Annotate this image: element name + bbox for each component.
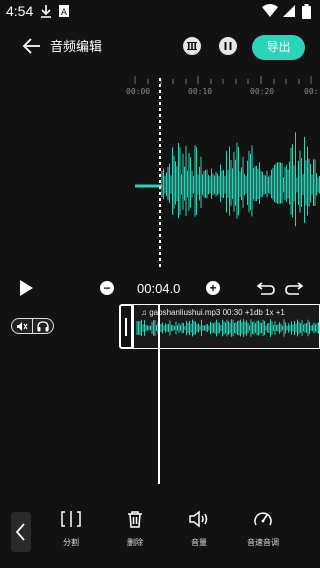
mute-icon[interactable] <box>16 321 28 332</box>
tick-label: 00:20 <box>250 87 275 96</box>
speed-pitch-button[interactable]: 音速音调 <box>238 510 288 548</box>
split-button[interactable]: 分割 <box>46 510 96 548</box>
split-icon <box>61 511 81 527</box>
back-arrow-icon[interactable] <box>20 34 44 58</box>
speed-gauge-icon <box>254 512 272 526</box>
menu-bars-icon[interactable] <box>183 37 201 55</box>
track-info-label: ♫ gaoshanliushui.mp3 00:30 +1db 1x +1 <box>141 308 285 317</box>
redo-icon[interactable] <box>285 281 303 295</box>
plus-icon[interactable]: + <box>206 281 220 295</box>
play-icon[interactable] <box>18 279 34 297</box>
export-button[interactable]: 导出 <box>252 35 305 60</box>
playhead-marker[interactable] <box>154 78 166 268</box>
toggle-divider <box>32 319 33 333</box>
minus-icon[interactable]: − <box>100 281 114 295</box>
volume-icon <box>189 510 208 528</box>
tick-label: 00:00 <box>126 87 151 96</box>
track-left-handle[interactable] <box>119 304 133 349</box>
playback-controls: − 00:04.0 + <box>0 272 320 304</box>
pause-icon[interactable] <box>219 37 237 55</box>
track-toggle-group <box>11 318 54 334</box>
wifi-icon <box>262 4 278 17</box>
speed-pitch-label: 音速音调 <box>247 538 279 547</box>
top-bar: 音频编辑 导出 <box>0 24 320 72</box>
signal-icon <box>283 5 295 17</box>
split-label: 分割 <box>63 538 79 547</box>
status-bar: 4:54 A <box>0 0 320 24</box>
tick-label: 00: <box>304 87 319 96</box>
battery-icon <box>302 4 311 19</box>
volume-label: 音量 <box>191 538 207 547</box>
tick-label: 00:10 <box>188 87 213 96</box>
delete-label: 删除 <box>127 538 143 547</box>
headphones-icon[interactable] <box>37 321 49 332</box>
download-icon <box>41 5 51 18</box>
app-a-icon: A <box>59 5 69 18</box>
page-title: 音频编辑 <box>50 39 103 54</box>
delete-button[interactable]: 删除 <box>110 510 160 548</box>
track-playhead[interactable] <box>158 304 160 484</box>
undo-icon[interactable] <box>257 281 275 295</box>
status-time: 4:54 <box>6 3 34 19</box>
bottom-toolbar: 分割 删除 音量 音速音调 <box>0 500 320 568</box>
current-time: 00:04.0 <box>137 281 181 296</box>
svg-text:A: A <box>61 8 68 18</box>
trash-icon <box>128 511 142 528</box>
volume-button[interactable]: 音量 <box>174 510 224 548</box>
